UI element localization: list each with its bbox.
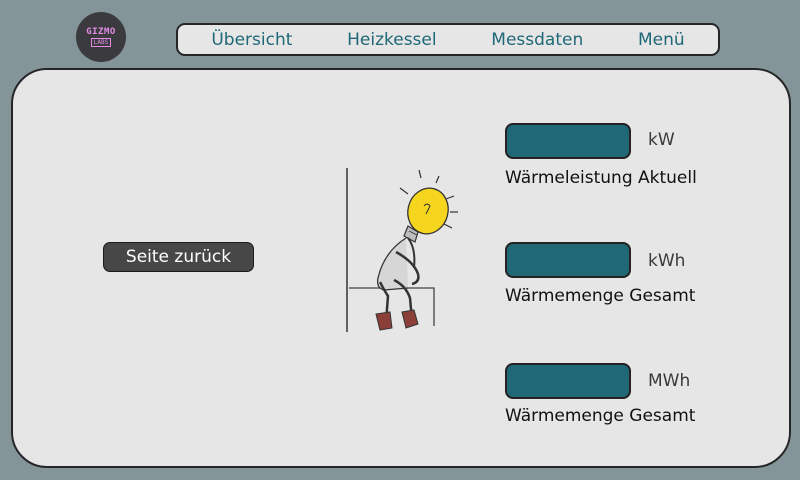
waermemenge-mwh-label: Wärmemenge Gesamt <box>505 406 696 426</box>
waermeleistung-value-box <box>505 123 631 159</box>
waermemenge-kwh-value-box <box>505 242 631 278</box>
nav-item-uebersicht[interactable]: Übersicht <box>211 30 292 50</box>
gizmo-labs-logo: GIZMO LABS <box>76 12 126 62</box>
nav-item-menue[interactable]: Menü <box>638 30 685 50</box>
nav-item-heizkessel[interactable]: Heizkessel <box>347 30 436 50</box>
nav-item-messdaten[interactable]: Messdaten <box>491 30 583 50</box>
top-nav: Übersicht Heizkessel Messdaten Menü <box>176 23 720 56</box>
logo-line1: GIZMO <box>86 27 116 37</box>
waermemenge-mwh-value-box <box>505 363 631 399</box>
unit-mwh: MWh <box>648 371 691 391</box>
back-button[interactable]: Seite zurück <box>103 242 254 272</box>
unit-kwh: kWh <box>648 251 686 271</box>
waermeleistung-label: Wärmeleistung Aktuell <box>505 168 697 188</box>
waermemenge-kwh-label: Wärmemenge Gesamt <box>505 286 696 306</box>
unit-kw: kW <box>648 130 675 150</box>
thinking-lightbulb-figure-icon <box>346 168 458 332</box>
logo-line2: LABS <box>90 38 112 47</box>
